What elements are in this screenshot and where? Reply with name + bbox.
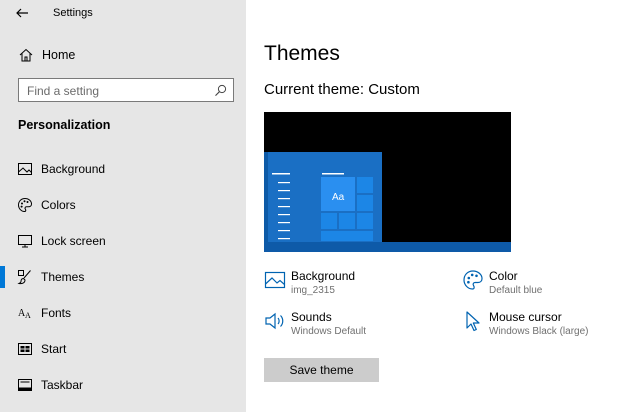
picture-icon: [18, 163, 32, 175]
app-title: Settings: [53, 7, 93, 19]
sidebar-item-label: Taskbar: [41, 378, 84, 392]
sidebar-item-start[interactable]: Start: [0, 334, 246, 364]
sidebar-item-lock-screen[interactable]: Lock screen: [0, 226, 246, 256]
theme-preview-graphic: Aa: [264, 112, 511, 252]
start-tiles: [321, 177, 373, 241]
sidebar-item-fonts[interactable]: A A Fonts: [0, 298, 246, 328]
theme-preview: Aa: [264, 112, 511, 252]
property-value: Default blue: [489, 285, 543, 296]
sidebar-item-label: Start: [41, 342, 67, 356]
back-arrow-icon: [16, 8, 28, 18]
property-value: img_2315: [291, 285, 335, 296]
section-title: Personalization: [18, 118, 111, 132]
property-name: Color: [489, 269, 518, 283]
cursor-icon: [466, 311, 480, 332]
brush-icon: [17, 270, 31, 285]
property-value: Windows Default: [291, 326, 367, 337]
monitor-icon: [18, 235, 32, 248]
property-value: Windows Black (large): [489, 326, 589, 337]
sidebar-item-label: Background: [41, 162, 106, 176]
sidebar-item-label: Fonts: [41, 306, 72, 320]
home-label: Home: [42, 48, 76, 62]
home-icon: [19, 48, 33, 62]
sidebar-item-label: Themes: [41, 270, 85, 284]
sidebar: Settings Home Find a setting Personaliza…: [0, 0, 246, 412]
palette-icon: [17, 197, 33, 213]
property-name: Sounds: [291, 310, 332, 324]
property-name: Mouse cursor: [489, 310, 562, 324]
mouse-cursor-property[interactable]: Mouse cursor Windows Black (large): [462, 308, 640, 342]
color-property[interactable]: Color Default blue: [462, 267, 640, 301]
search-input[interactable]: Find a setting: [18, 78, 234, 102]
svg-text:A: A: [25, 311, 31, 320]
sidebar-item-background[interactable]: Background: [0, 154, 246, 184]
start-icon: [18, 343, 32, 355]
main-content: Themes Current theme: Custom Aa Backgrou…: [246, 0, 640, 412]
title-bar: Settings: [0, 0, 246, 26]
page-title: Themes: [264, 42, 340, 65]
font-icon: A A: [18, 308, 31, 320]
sidebar-item-colors[interactable]: Colors: [0, 190, 246, 220]
sidebar-item-label: Colors: [41, 198, 76, 212]
search-icon[interactable]: [214, 84, 227, 97]
taskbar-icon: [18, 379, 32, 391]
search-placeholder: Find a setting: [27, 84, 100, 98]
speaker-icon: [265, 312, 284, 330]
picture-icon: [264, 271, 286, 289]
sounds-property[interactable]: Sounds Windows Default: [264, 308, 454, 342]
save-theme-button[interactable]: Save theme: [264, 358, 379, 382]
palette-icon: [463, 270, 483, 290]
property-name: Background: [291, 269, 356, 283]
current-theme-heading: Current theme: Custom: [264, 81, 420, 98]
sidebar-item-label: Lock screen: [41, 234, 106, 248]
sidebar-item-themes[interactable]: Themes: [0, 262, 246, 292]
back-button[interactable]: [12, 4, 34, 22]
sidebar-item-taskbar[interactable]: Taskbar: [0, 370, 246, 400]
home-nav-item[interactable]: Home: [0, 44, 246, 66]
background-property[interactable]: Background img_2315: [264, 267, 454, 301]
preview-sample-text: Aa: [332, 192, 345, 203]
preview-taskbar: [264, 242, 511, 252]
